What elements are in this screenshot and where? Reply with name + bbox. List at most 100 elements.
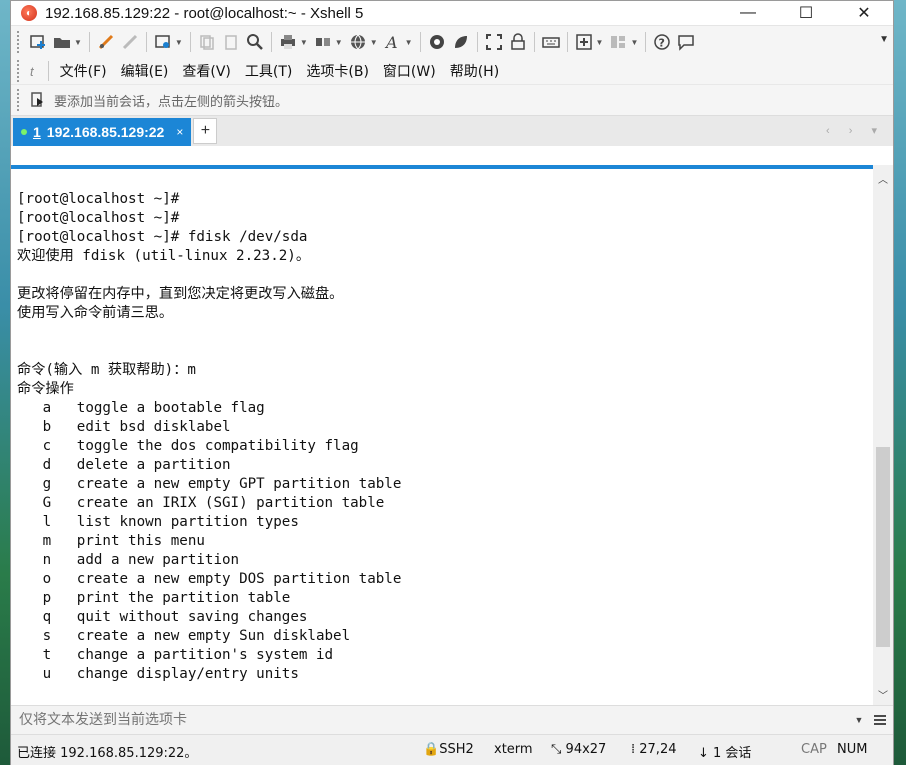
terminal-line: 命令操作 xyxy=(17,381,74,397)
terminal-line: p print the partition table xyxy=(17,590,291,606)
add-tab-button[interactable]: + xyxy=(193,118,218,144)
status-sessions-text: 1 会话 xyxy=(713,746,752,761)
connect-icon[interactable] xyxy=(95,31,117,53)
tab-number: 1 xyxy=(33,124,41,140)
tab-nav-arrows[interactable]: ‹ › ▾ xyxy=(826,124,885,137)
menu-view[interactable]: 查看(V) xyxy=(175,61,238,81)
status-bar: 已连接 192.168.85.129:22。 🔒SSH2 xterm ⤡ 94x… xyxy=(11,734,893,765)
status-cursor: ⁞ 27,24 xyxy=(631,742,677,757)
menu-file[interactable]: 文件(F) xyxy=(53,61,114,81)
hintbar-grip[interactable] xyxy=(17,89,22,111)
minimize-button[interactable]: — xyxy=(719,1,777,25)
menu-bar: t 文件(F) 编辑(E) 查看(V) 工具(T) 选项卡(B) 窗口(W) 帮… xyxy=(11,58,893,84)
terminal-line: g create a new empty GPT partition table xyxy=(17,476,402,492)
chevron-down-icon[interactable]: ▼ xyxy=(596,38,604,47)
terminal-line: l list known partition types xyxy=(17,514,299,530)
svg-text:A: A xyxy=(384,33,398,51)
status-size: ⤡ 94x27 xyxy=(551,742,607,757)
status-cap: CAP xyxy=(801,742,827,757)
xshell-window: ◐ 192.168.85.129:22 - root@localhost:~ -… xyxy=(10,0,894,765)
chevron-down-icon[interactable]: ▼ xyxy=(851,715,867,725)
chevron-down-icon[interactable]: ▼ xyxy=(300,38,308,47)
terminal-line: [root@localhost ~]# xyxy=(17,210,180,226)
title-bar[interactable]: ◐ 192.168.85.129:22 - root@localhost:~ -… xyxy=(11,1,893,25)
terminal-line: 欢迎使用 fdisk (util-linux 2.23.2)。 xyxy=(17,248,311,264)
session-hint-bar: 要添加当前会话，点击左侧的箭头按钮。 xyxy=(11,84,893,115)
find-icon[interactable] xyxy=(244,31,266,53)
transfer-icon[interactable] xyxy=(312,31,334,53)
chevron-down-icon[interactable]: ▼ xyxy=(630,38,638,47)
status-num: NUM xyxy=(837,742,868,757)
status-connection: 已连接 192.168.85.129:22。 xyxy=(17,746,198,761)
add-icon[interactable] xyxy=(573,31,595,53)
terminal-line: c toggle the dos compatibility flag xyxy=(17,438,359,454)
divider xyxy=(88,32,90,52)
connected-status-dot xyxy=(21,129,27,135)
terminal-output[interactable]: [root@localhost ~]# [root@localhost ~]# [r… xyxy=(11,165,873,705)
disconnect-icon[interactable] xyxy=(119,31,141,53)
new-session-icon[interactable] xyxy=(27,31,49,53)
divider xyxy=(145,32,147,52)
layout-icon[interactable] xyxy=(607,31,629,53)
chat-icon[interactable] xyxy=(675,31,697,53)
print-icon[interactable] xyxy=(277,31,299,53)
tab-session-1[interactable]: 1 192.168.85.129:22 × xyxy=(13,118,192,146)
divider xyxy=(566,32,568,52)
terminal-line: s create a new empty Sun disklabel xyxy=(17,628,351,644)
chevron-down-icon[interactable]: ▼ xyxy=(335,38,343,47)
help-icon[interactable]: ? xyxy=(651,31,673,53)
terminal-line: [root@localhost ~]# fdisk /dev/sda xyxy=(17,229,308,245)
chevron-down-icon[interactable]: ▼ xyxy=(370,38,378,47)
terminal-line: m print this menu xyxy=(17,533,205,549)
hint-text: 要添加当前会话，点击左侧的箭头按钮。 xyxy=(54,94,289,110)
toolbar-overflow-icon[interactable]: ▼ xyxy=(879,34,889,45)
menu-tools[interactable]: 工具(T) xyxy=(238,61,299,81)
terminal-scrollbar[interactable]: ︿ ﹀ xyxy=(873,165,893,705)
terminal-line: u change display/entry units xyxy=(17,666,299,682)
menu-icon[interactable] xyxy=(867,709,893,731)
status-protocol-text: SSH2 xyxy=(439,742,474,757)
menu-window[interactable]: 窗口(W) xyxy=(376,61,443,81)
divider xyxy=(419,32,421,52)
add-session-arrow-icon[interactable] xyxy=(27,89,49,111)
chevron-down-icon[interactable]: ▼ xyxy=(175,38,183,47)
menu-tab[interactable]: 选项卡(B) xyxy=(299,61,376,81)
divider xyxy=(189,32,191,52)
terminal-line: q quit without saving changes xyxy=(17,609,308,625)
menu-edit[interactable]: 编辑(E) xyxy=(114,61,176,81)
terminal-text: [root@localhost ~]# [root@localhost ~]# [r… xyxy=(11,169,873,684)
terminal-line: b edit bsd disklabel xyxy=(17,419,231,435)
terminal-line: 使用写入命令前请三思。 xyxy=(17,305,174,321)
fullscreen-icon[interactable] xyxy=(483,31,505,53)
scroll-up-icon[interactable]: ︿ xyxy=(873,169,893,187)
terminal-line: n add a new partition xyxy=(17,552,240,568)
font-icon[interactable]: A xyxy=(382,31,404,53)
status-sessions: ↓ 1 会话 xyxy=(698,746,752,761)
globe-icon[interactable] xyxy=(347,31,369,53)
keyboard-icon[interactable] xyxy=(540,31,562,53)
menu-help[interactable]: 帮助(H) xyxy=(443,61,506,81)
paste-icon[interactable] xyxy=(220,31,242,53)
divider xyxy=(645,32,647,52)
scroll-down-icon[interactable]: ﹀ xyxy=(873,685,893,703)
xftp-icon[interactable] xyxy=(426,31,448,53)
divider xyxy=(47,61,49,81)
send-text-input[interactable] xyxy=(11,708,851,732)
open-folder-icon[interactable] xyxy=(51,31,73,53)
maximize-button[interactable]: ☐ xyxy=(777,1,835,25)
terminal-line: d delete a partition xyxy=(17,457,231,473)
chevron-down-icon[interactable]: ▼ xyxy=(405,38,413,47)
chevron-down-icon[interactable]: ▼ xyxy=(74,38,82,47)
properties-icon[interactable] xyxy=(152,31,174,53)
xshell-icon[interactable] xyxy=(450,31,472,53)
close-window-button[interactable]: ✕ xyxy=(835,1,893,25)
toolbar-grip[interactable] xyxy=(17,31,22,53)
tab-label: 192.168.85.129:22 xyxy=(46,124,165,140)
menu-glyph: t xyxy=(30,63,34,79)
menubar-grip[interactable] xyxy=(17,60,22,82)
tab-close-icon[interactable]: × xyxy=(176,125,183,139)
copy-icon[interactable] xyxy=(196,31,218,53)
lock-icon[interactable] xyxy=(507,31,529,53)
scroll-thumb[interactable] xyxy=(876,447,890,647)
